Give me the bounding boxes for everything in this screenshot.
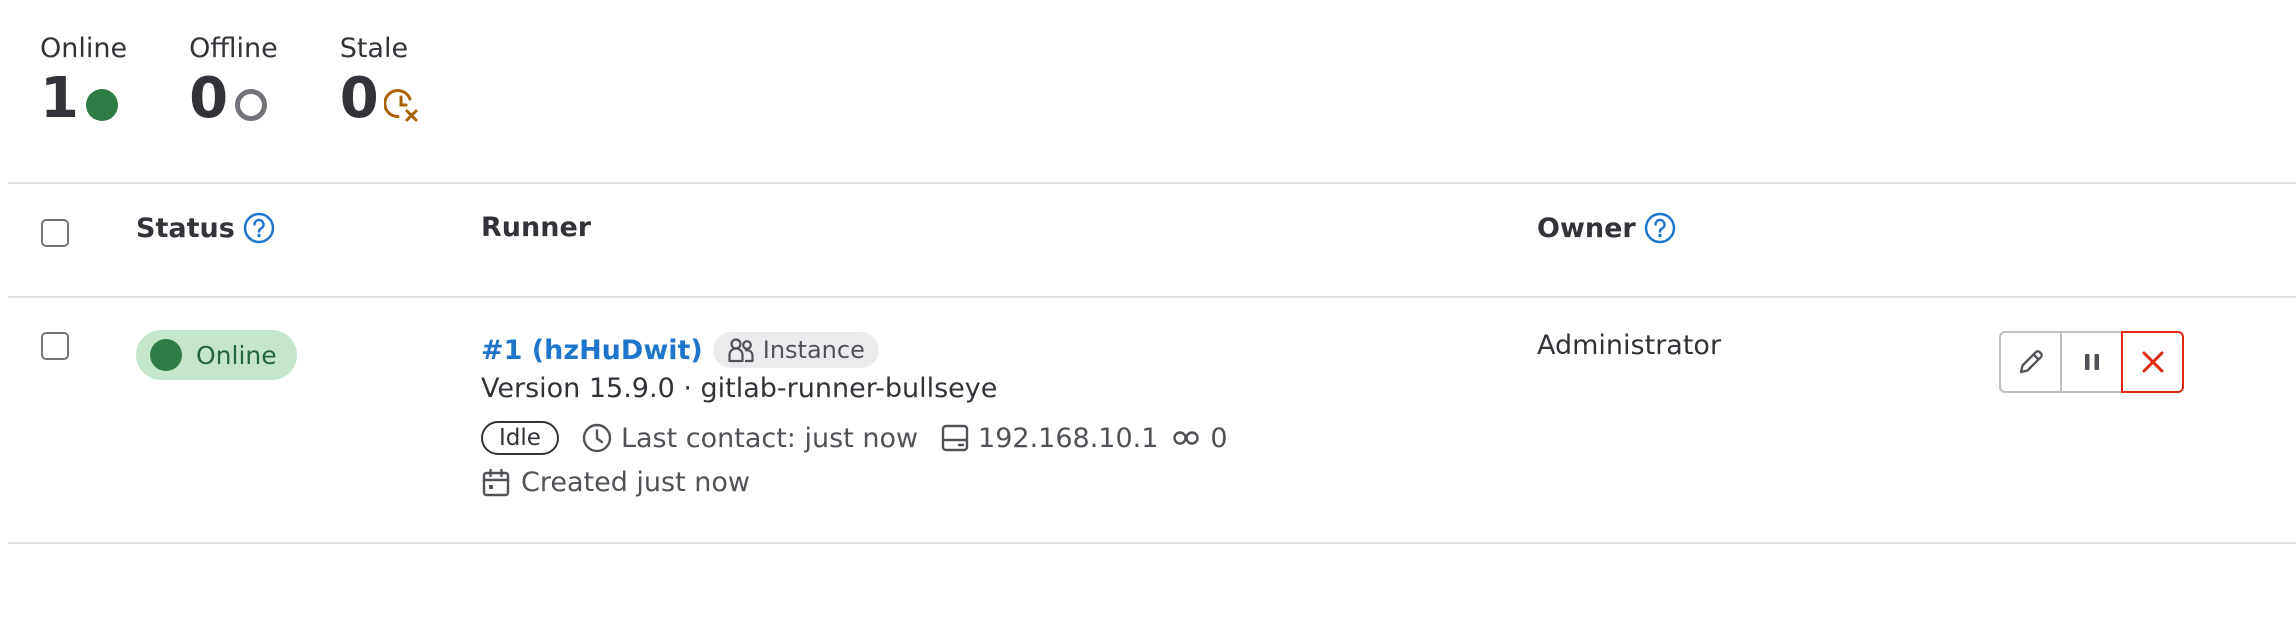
stat-label: Online: [40, 33, 128, 64]
disk-icon: [941, 424, 969, 452]
edit-button[interactable]: [1999, 331, 2062, 393]
question-icon[interactable]: [1644, 212, 1676, 244]
header-label: Runner: [481, 212, 592, 243]
pause-icon: [2084, 354, 2099, 370]
pipeline-icon: [1173, 431, 1200, 445]
clock-icon: [582, 423, 612, 453]
row-checkbox[interactable]: [41, 332, 69, 360]
stat-online: Online 1: [40, 30, 127, 130]
runner-type-badge: Instance: [712, 332, 879, 368]
calendar-icon: [482, 468, 510, 496]
divider: [8, 296, 2296, 298]
jobs-count-label: 0: [1210, 422, 1228, 454]
stat-value: 0: [189, 66, 228, 131]
runner-meta: Idle Last contact: just now 192.168.10.1…: [481, 418, 1228, 458]
runner-owner: Administrator: [1537, 330, 1722, 361]
status-badge: Online: [136, 330, 297, 380]
status-offline-icon: [233, 87, 269, 123]
stat-label: Stale: [339, 33, 409, 64]
runner-stats: Online 1 Offline 0 Stale 0: [40, 30, 482, 130]
stat-stale: Stale 0: [340, 30, 420, 130]
job-status-badge: Idle: [481, 421, 559, 455]
users-icon: [728, 338, 754, 363]
pencil-icon: [2019, 350, 2043, 374]
pause-button[interactable]: [2060, 331, 2123, 393]
status-online-icon: [150, 339, 182, 371]
divider: [8, 542, 2296, 544]
stat-value: 0: [339, 66, 379, 131]
jobs-count: 0: [1172, 422, 1228, 454]
header-label: Owner: [1537, 212, 1636, 244]
runner-link[interactable]: #1 (hzHuDwit): [481, 335, 703, 366]
status-stale-icon: [383, 87, 420, 123]
created-label: Created just now: [521, 467, 750, 498]
column-header-owner: Owner: [1537, 212, 1676, 244]
stat-label: Offline: [189, 33, 278, 64]
last-contact-label: Last contact: just now: [620, 422, 919, 454]
delete-button[interactable]: [2121, 331, 2184, 393]
runner-type-label: Instance: [762, 336, 865, 364]
close-icon: [2142, 351, 2163, 373]
created-date: Created just now: [481, 467, 750, 498]
status-badge-label: Online: [196, 340, 277, 370]
stat-value: 1: [40, 66, 79, 131]
header-label: Status: [136, 212, 235, 244]
question-icon[interactable]: [243, 212, 275, 244]
column-header-status: Status: [136, 212, 275, 244]
ip-address-label: 192.168.10.1: [978, 422, 1159, 454]
divider: [8, 182, 2296, 184]
ip-address: 192.168.10.1: [940, 423, 1158, 454]
runner-version: Version 15.9.0 · gitlab-runner-bullseye: [481, 373, 998, 404]
last-contact: Last contact: just now: [581, 422, 918, 454]
row-actions: [1999, 331, 2184, 393]
select-all-checkbox[interactable]: [41, 219, 69, 247]
stat-offline: Offline 0: [189, 30, 278, 130]
column-header-runner: Runner: [481, 212, 591, 243]
status-online-icon: [84, 87, 120, 123]
